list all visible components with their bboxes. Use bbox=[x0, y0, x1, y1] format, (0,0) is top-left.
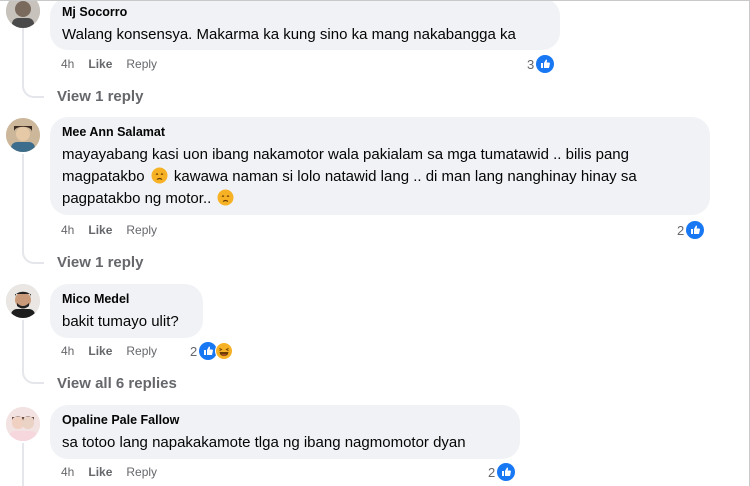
reply-button[interactable]: Reply bbox=[126, 57, 157, 71]
comment-author[interactable]: Opaline Pale Fallow bbox=[62, 413, 508, 428]
thread-line bbox=[22, 320, 24, 370]
comment-actions: 4h Like Reply bbox=[61, 57, 157, 71]
comment-text: Walang konsensya. Makarma ka kung sino k… bbox=[62, 26, 516, 43]
reaction-summary[interactable]: 2 bbox=[190, 342, 234, 360]
avatar[interactable] bbox=[6, 284, 40, 318]
avatar[interactable] bbox=[6, 118, 40, 152]
like-button[interactable]: Like bbox=[88, 57, 112, 71]
comment-text-line: magpatakbo bbox=[62, 168, 145, 185]
reaction-summary[interactable]: 3 bbox=[527, 55, 555, 73]
thread-connector bbox=[22, 82, 44, 98]
comment-actions: 4h Like Reply bbox=[61, 465, 157, 479]
view-replies-link[interactable]: View 1 reply bbox=[57, 254, 143, 271]
comment-author[interactable]: Mj Socorro bbox=[62, 5, 548, 20]
view-replies-link[interactable]: View 1 reply bbox=[57, 88, 143, 105]
comment-author[interactable]: Mee Ann Salamat bbox=[62, 125, 698, 140]
like-icon bbox=[536, 55, 555, 73]
comment-author[interactable]: Mico Medel bbox=[62, 292, 191, 307]
avatar[interactable] bbox=[6, 407, 40, 441]
comment-time[interactable]: 4h bbox=[61, 223, 74, 237]
comment-time[interactable]: 4h bbox=[61, 465, 74, 479]
comment-actions: 4h Like Reply bbox=[61, 344, 157, 358]
like-button[interactable]: Like bbox=[88, 344, 112, 358]
like-button[interactable]: Like bbox=[88, 465, 112, 479]
comment-time[interactable]: 4h bbox=[61, 344, 74, 358]
reply-button[interactable]: Reply bbox=[126, 223, 157, 237]
disappointed-emoji-icon bbox=[217, 189, 234, 206]
thread-connector bbox=[22, 248, 44, 264]
comment-actions: 4h Like Reply bbox=[61, 223, 157, 237]
avatar[interactable] bbox=[6, 0, 40, 28]
comment-text-line: mayayabang kasi uon ibang nakamotor wala… bbox=[62, 146, 629, 163]
like-icon bbox=[497, 463, 516, 481]
haha-icon bbox=[215, 342, 234, 360]
reply-button[interactable]: Reply bbox=[126, 344, 157, 358]
reaction-summary[interactable]: 2 bbox=[488, 463, 516, 481]
comment-bubble: Mj Socorro Walang konsensya. Makarma ka … bbox=[50, 0, 560, 50]
thread-line bbox=[22, 28, 24, 84]
thread-line bbox=[22, 154, 24, 250]
thread-line bbox=[22, 443, 24, 486]
like-button[interactable]: Like bbox=[88, 223, 112, 237]
comment-time[interactable]: 4h bbox=[61, 57, 74, 71]
reaction-count: 3 bbox=[527, 56, 535, 72]
comment-text-line: pagpatakbo ng motor.. bbox=[62, 190, 212, 207]
disappointed-emoji-icon bbox=[151, 167, 168, 184]
comment-text-line: kawawa naman si lolo natawid lang .. di … bbox=[173, 168, 637, 185]
reaction-count: 2 bbox=[488, 464, 496, 480]
reply-button[interactable]: Reply bbox=[126, 465, 157, 479]
comment-bubble: Mico Medel bakit tumayo ulit? bbox=[50, 284, 203, 338]
comment-bubble: Mee Ann Salamat mayayabang kasi uon iban… bbox=[50, 117, 710, 215]
reaction-summary[interactable]: 2 bbox=[677, 221, 705, 239]
comment-text: bakit tumayo ulit? bbox=[62, 313, 179, 330]
thread-connector bbox=[22, 368, 44, 384]
comment-text: sa totoo lang napakakamote tlga ng ibang… bbox=[62, 434, 466, 451]
like-icon bbox=[686, 221, 705, 239]
comment-bubble: Opaline Pale Fallow sa totoo lang napaka… bbox=[50, 405, 520, 459]
reaction-count: 2 bbox=[190, 343, 198, 359]
comment-text: mayayabang kasi uon ibang nakamotor wala… bbox=[62, 144, 698, 210]
view-replies-link[interactable]: View all 6 replies bbox=[57, 375, 177, 392]
reaction-count: 2 bbox=[677, 222, 685, 238]
